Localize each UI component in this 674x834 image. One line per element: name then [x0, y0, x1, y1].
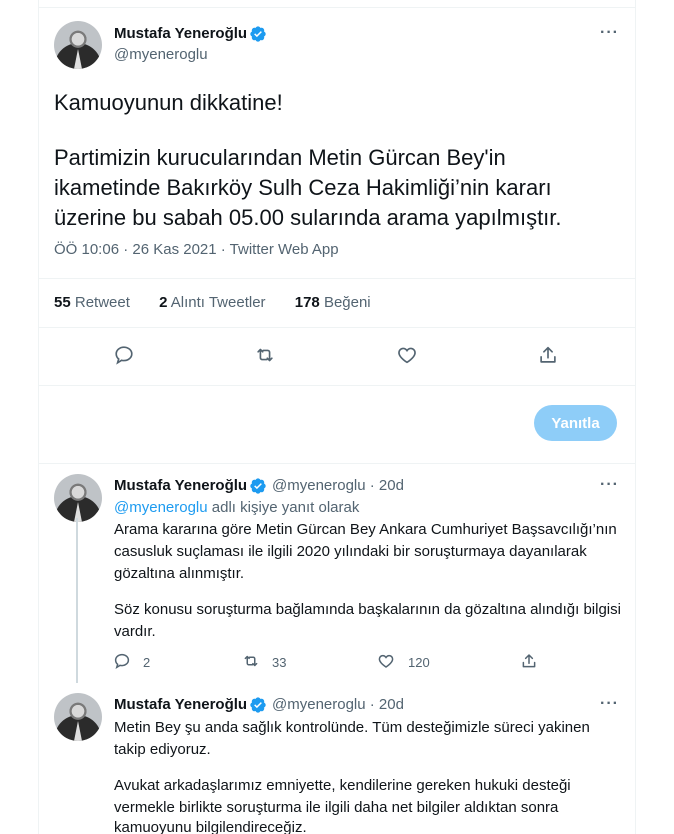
share-icon[interactable] — [520, 652, 538, 670]
author-handle-time[interactable]: @myeneroglu · 20d — [272, 696, 404, 713]
replying-to-suffix: adlı kişiye yanıt olarak — [211, 499, 360, 516]
divider — [38, 385, 636, 386]
avatar[interactable] — [54, 474, 102, 522]
tweet-text-line: Arama kararına göre Metin Gürcan Bey Ank… — [114, 521, 617, 538]
tweet-text-line: gözaltına alınmıştır. — [114, 565, 245, 582]
more-options-icon[interactable]: ··· — [600, 24, 619, 42]
thread-connector — [76, 518, 78, 683]
quote-stat[interactable]: 2 Alıntı Tweetler — [159, 294, 265, 311]
like-count: 178 — [294, 294, 320, 311]
like-icon[interactable] — [396, 344, 418, 366]
reply-count: 2 — [143, 655, 151, 670]
tweet-text-line: Avukat arkadaşlarımız emniyette, kendile… — [114, 777, 571, 794]
tweet-text-line: Metin Bey şu anda sağlık kontrolünde. Tü… — [114, 719, 590, 736]
avatar[interactable] — [54, 21, 102, 69]
tweet-text-line: Söz konusu soruşturma bağlamında başkala… — [114, 601, 621, 618]
retweet-label: Retweet — [74, 294, 130, 311]
author-handle[interactable]: @myeneroglu — [114, 46, 208, 63]
verified-badge-icon — [250, 478, 266, 494]
author-name[interactable]: Mustafa Yeneroğlu — [114, 25, 247, 42]
author-handle-time[interactable]: @myeneroglu · 20d — [272, 477, 404, 494]
divider — [38, 327, 636, 328]
divider — [38, 278, 636, 279]
tweet-text-line: kamuoyunu bilgilendireceğiz. — [114, 819, 307, 834]
retweet-icon[interactable] — [254, 344, 276, 366]
replying-to-link[interactable]: @myeneroglu — [114, 499, 208, 516]
tweet-text-line: ikametinde Bakırköy Sulh Ceza Hakimliği’… — [54, 175, 552, 200]
retweet-count: 33 — [272, 655, 287, 670]
reply-button[interactable]: Yanıtla — [534, 405, 617, 441]
like-label: Beğeni — [323, 294, 371, 311]
reply-icon[interactable] — [113, 344, 135, 366]
tweet-text-line: casusluk suçlaması ile ilgili 2020 yılın… — [114, 543, 587, 560]
tweet-text-line: Partimizin kurucularından Metin Gürcan B… — [54, 145, 506, 170]
retweet-icon[interactable] — [242, 652, 260, 670]
quote-count: 2 — [159, 294, 168, 311]
author-name[interactable]: Mustafa Yeneroğlu — [114, 696, 247, 713]
like-stat[interactable]: 178 Beğeni — [295, 294, 371, 311]
avatar[interactable] — [54, 693, 102, 741]
tweet-text-line: vermekle birlikte soruşturma ile ilgili … — [114, 799, 559, 816]
tweet-text-line: üzerine bu sabah 05.00 sularında arama y… — [54, 205, 562, 230]
tweet-text-line: Kamuoyunun dikkatine! — [54, 90, 283, 115]
replying-to: @myeneroglu adlı kişiye yanıt olarak — [114, 499, 359, 516]
retweet-stat[interactable]: 55 Retweet — [54, 294, 130, 311]
more-options-icon[interactable]: ··· — [600, 476, 619, 494]
divider — [38, 463, 636, 464]
author-name[interactable]: Mustafa Yeneroğlu — [114, 477, 247, 494]
top-divider — [38, 7, 636, 8]
like-icon[interactable] — [377, 652, 395, 670]
share-icon[interactable] — [537, 344, 559, 366]
verified-badge-icon — [250, 697, 266, 713]
quote-label: Alıntı Tweetler — [170, 294, 266, 311]
verified-badge-icon — [250, 26, 266, 42]
like-count: 120 — [408, 655, 430, 670]
tweet-timestamp[interactable]: ÖÖ 10:06 · 26 Kas 2021 · Twitter Web App — [54, 241, 339, 258]
tweet-text-line: vardır. — [114, 623, 156, 640]
more-options-icon[interactable]: ··· — [600, 695, 619, 713]
tweet-text-line: takip ediyoruz. — [114, 741, 211, 758]
tweet-stats: 55 Retweet 2 Alıntı Tweetler 178 Beğeni — [54, 294, 371, 311]
retweet-count: 55 — [54, 294, 71, 311]
reply-icon[interactable] — [113, 652, 131, 670]
